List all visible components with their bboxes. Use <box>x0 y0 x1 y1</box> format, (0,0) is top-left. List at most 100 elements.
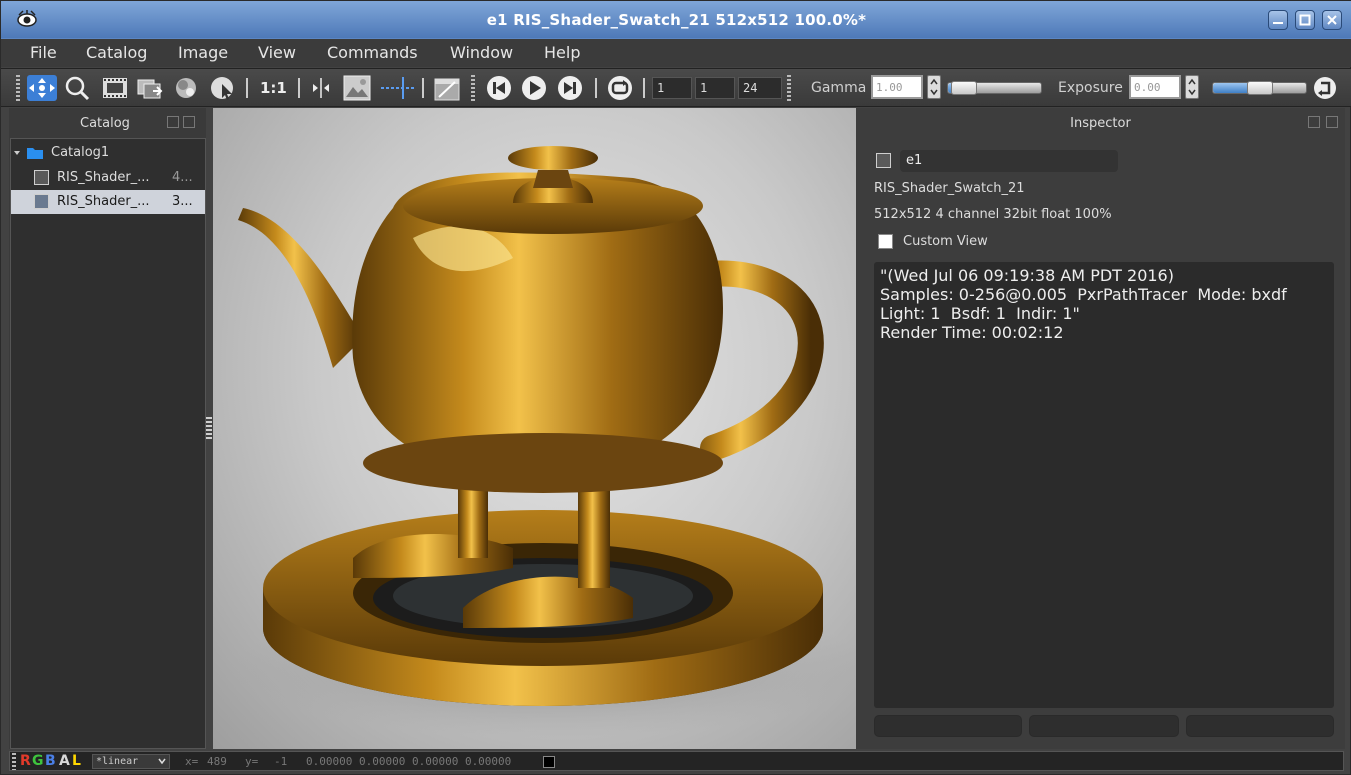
float-panel-button[interactable] <box>1308 116 1320 128</box>
toolbar-grip[interactable] <box>16 75 20 101</box>
frame-start-field[interactable]: 1 <box>652 77 692 99</box>
close-panel-button[interactable] <box>183 116 195 128</box>
catalog-title: Catalog <box>80 116 130 131</box>
catalog-tree[interactable]: Catalog1 RIS_Shader_... 4... RIS_Shader_… <box>10 138 206 749</box>
reset-icon[interactable] <box>1312 75 1338 101</box>
catalog-item[interactable]: RIS_Shader_... 4... <box>11 166 205 190</box>
catalog-item-info: 3... <box>172 194 193 209</box>
y-coord-label: y= <box>245 755 259 768</box>
app-window: e1 RIS_Shader_Swatch_21 512x512 100.0%* … <box>0 0 1351 775</box>
menu-view[interactable]: View <box>258 43 296 62</box>
frame-current-field[interactable]: 1 <box>695 77 735 99</box>
frame-end-field[interactable]: 24 <box>738 77 782 99</box>
one-to-one-button[interactable]: 1:1 <box>260 79 287 97</box>
maximize-icon <box>1299 14 1311 26</box>
inspector-button-2[interactable] <box>1029 715 1179 737</box>
image-name-label: RIS_Shader_Swatch_21 <box>874 181 1025 196</box>
gamma-spinner[interactable] <box>927 75 941 99</box>
maximize-button[interactable] <box>1295 10 1315 30</box>
zoom-icon[interactable] <box>63 75 91 101</box>
split-icon[interactable] <box>309 75 333 101</box>
toolbar-separator <box>595 78 597 98</box>
channel-l-button[interactable]: L <box>72 753 81 769</box>
pixel-color-swatch <box>543 756 555 768</box>
clapper-icon[interactable] <box>432 75 462 101</box>
folder-icon <box>27 148 43 159</box>
skip-back-icon[interactable] <box>485 75 513 101</box>
pixel-values: 0.00000 0.00000 0.00000 0.00000 <box>306 755 512 768</box>
channel-a-button[interactable]: A <box>59 753 70 769</box>
channel-r-button[interactable]: R <box>20 753 31 769</box>
inspector-panel: Inspector e1 RIS_Shader_Swatch_21 512x51… <box>856 108 1345 749</box>
image-info-label: 512x512 4 channel 32bit float 100% <box>874 207 1112 222</box>
crop-line-icon[interactable] <box>379 75 417 101</box>
metadata-text[interactable]: "(Wed Jul 06 09:19:38 AM PDT 2016) Sampl… <box>874 262 1334 708</box>
toolbar-separator <box>246 78 248 98</box>
expand-arrow-icon[interactable] <box>13 149 21 157</box>
exposure-label: Exposure <box>1058 80 1123 96</box>
statusbar-grip[interactable] <box>12 753 16 770</box>
pick-icon[interactable] <box>208 75 238 101</box>
inspector-header: Inspector <box>856 108 1345 138</box>
gamma-slider[interactable] <box>947 81 1042 95</box>
catalog-panel: Catalog Catalog1 RIS_Shader_... 4... RIS… <box>9 108 206 749</box>
gamma-input[interactable]: 1.00 <box>871 75 923 99</box>
inspector-button-3[interactable] <box>1186 715 1334 737</box>
exposure-slider-knob[interactable] <box>1247 81 1273 95</box>
catalog-root-label: Catalog1 <box>51 145 110 160</box>
left-splitter-handle[interactable] <box>206 417 212 439</box>
exposure-spinner[interactable] <box>1185 75 1199 99</box>
toolbar-grip[interactable] <box>787 75 791 101</box>
catalog-item-label: RIS_Shader_... <box>57 170 150 185</box>
image-viewer[interactable] <box>213 108 856 749</box>
skip-forward-icon[interactable] <box>556 75 584 101</box>
menu-window[interactable]: Window <box>450 43 513 62</box>
toolbar-separator <box>298 78 300 98</box>
exposure-input[interactable]: 0.00 <box>1129 75 1181 99</box>
exposure-slider[interactable] <box>1212 81 1307 95</box>
inspector-title: Inspector <box>1070 116 1131 131</box>
lut-dropdown[interactable]: *linear <box>92 754 170 769</box>
rendered-teapot-image <box>233 146 856 738</box>
menu-commands[interactable]: Commands <box>327 43 418 62</box>
inspector-button-1[interactable] <box>874 715 1022 737</box>
film-strip-icon[interactable] <box>100 75 130 101</box>
close-panel-button[interactable] <box>1326 116 1338 128</box>
play-icon[interactable] <box>520 75 548 101</box>
status-bar: R G B A L *linear x= 489 y= -1 0.00000 0… <box>9 751 1344 771</box>
image-name-field[interactable]: e1 <box>900 150 1118 172</box>
image-thumb-icon <box>34 170 49 185</box>
window-title: e1 RIS_Shader_Swatch_21 512x512 100.0%* <box>486 11 867 29</box>
float-panel-button[interactable] <box>167 116 179 128</box>
x-coord-label: x= <box>185 755 199 768</box>
toolbar-separator <box>422 78 424 98</box>
catalog-root[interactable]: Catalog1 <box>11 141 205 165</box>
toolbar: 1:1 1 1 24 Gamma 1.00 Exposure 0.00 <box>1 68 1351 107</box>
channel-b-button[interactable]: B <box>45 753 56 769</box>
menu-image[interactable]: Image <box>178 43 228 62</box>
image-icon[interactable] <box>341 75 373 101</box>
toolbar-grip[interactable] <box>471 75 475 101</box>
menu-file[interactable]: File <box>30 43 57 62</box>
spin-arrows-icon <box>930 78 938 96</box>
catalog-item-selected[interactable]: RIS_Shader_... 3... <box>11 190 205 214</box>
minimize-icon <box>1273 22 1283 24</box>
x-coord-value: 489 <box>207 755 227 768</box>
gamma-slider-knob[interactable] <box>951 81 977 95</box>
menu-bar: File Catalog Image View Commands Window … <box>1 39 1351 67</box>
pan-icon[interactable] <box>25 75 59 101</box>
menu-help[interactable]: Help <box>544 43 580 62</box>
title-bar[interactable]: e1 RIS_Shader_Swatch_21 512x512 100.0%* <box>1 1 1351 39</box>
compare-icon[interactable] <box>171 75 201 101</box>
close-button[interactable] <box>1322 10 1342 30</box>
layers-icon[interactable] <box>135 75 165 101</box>
minimize-button[interactable] <box>1268 10 1288 30</box>
channel-g-button[interactable]: G <box>32 753 44 769</box>
menu-catalog[interactable]: Catalog <box>86 43 147 62</box>
close-icon <box>1327 15 1337 25</box>
custom-view-label: Custom View <box>903 234 988 249</box>
loop-icon[interactable] <box>606 75 634 101</box>
custom-view-checkbox[interactable] <box>878 234 893 249</box>
y-coord-value: -1 <box>274 755 288 768</box>
catalog-item-info: 4... <box>172 170 193 185</box>
